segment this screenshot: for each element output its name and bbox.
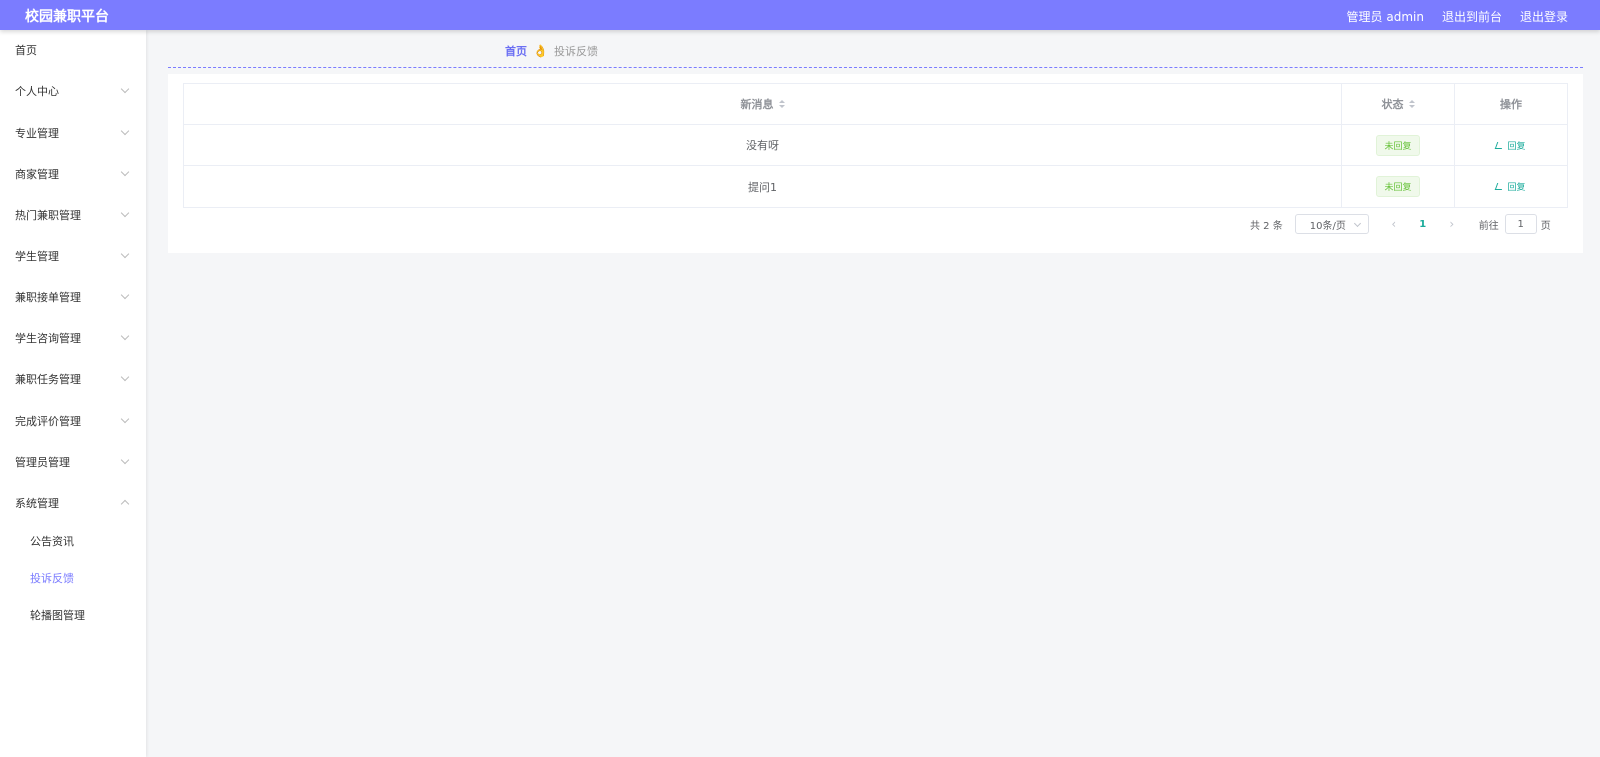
status-cell: 未回复 xyxy=(1342,166,1455,207)
column-header-actions: 操作 xyxy=(1455,84,1567,124)
sidebar-item-admins[interactable]: 管理员管理 xyxy=(0,444,146,480)
sidebar-item-students[interactable]: 学生管理 xyxy=(0,238,146,274)
sort-icon[interactable] xyxy=(1408,100,1415,108)
sidebar-item-reviews[interactable]: 完成评价管理 xyxy=(0,403,146,439)
chevron-down-icon xyxy=(120,126,130,136)
column-header-label: 操作 xyxy=(1500,98,1522,111)
feedback-table: 新消息 状态 操作 没有呀 未回复 回复 提问1 未回复 回复 xyxy=(183,83,1568,208)
sidebar-item-hot-jobs[interactable]: 热门兼职管理 xyxy=(0,197,146,233)
goto-label: 前往 xyxy=(1478,220,1499,232)
sidebar-item-label: 专业管理 xyxy=(15,127,59,140)
column-header-status[interactable]: 状态 xyxy=(1342,84,1455,124)
sidebar-item-label: 个人中心 xyxy=(15,85,59,98)
breadcrumb-current: 投诉反馈 xyxy=(553,45,598,58)
sidebar-item-label: 完成评价管理 xyxy=(15,415,81,428)
sidebar-subitem-label: 投诉反馈 xyxy=(30,572,74,585)
column-header-message[interactable]: 新消息 xyxy=(184,84,1342,124)
table-header-row: 新消息 状态 操作 xyxy=(184,84,1567,125)
goto-front-link[interactable]: 退出到前台 xyxy=(1442,8,1502,25)
sidebar-item-label: 学生管理 xyxy=(15,250,59,263)
sidebar-item-label: 系统管理 xyxy=(15,497,59,510)
app-title: 校园兼职平台 xyxy=(25,9,109,25)
sidebar-item-label: 管理员管理 xyxy=(15,456,70,469)
breadcrumb-divider xyxy=(168,67,1583,68)
sidebar: 首页 个人中心 专业管理 商家管理 热门兼职管理 学生管理 兼职接单管理 学生咨… xyxy=(0,30,146,757)
sidebar-item-job-tasks[interactable]: 兼职任务管理 xyxy=(0,361,146,397)
column-header-label: 状态 xyxy=(1381,98,1404,111)
chevron-down-icon xyxy=(120,331,130,341)
chevron-down-icon xyxy=(120,167,130,177)
top-links: 管理员 admin 退出到前台 退出登录 xyxy=(1347,8,1568,25)
sort-icon[interactable] xyxy=(778,100,785,108)
message-cell: 没有呀 xyxy=(184,125,1342,165)
logout-link[interactable]: 退出登录 xyxy=(1520,8,1568,25)
sidebar-item-merchants[interactable]: 商家管理 xyxy=(0,156,146,192)
top-header-bar: 校园兼职平台 管理员 admin 退出到前台 退出登录 xyxy=(0,0,1600,30)
status-badge: 未回复 xyxy=(1376,134,1420,156)
table-row: 提问1 未回复 回复 xyxy=(184,166,1567,207)
chevron-down-icon xyxy=(120,208,130,218)
sidebar-item-label: 兼职接单管理 xyxy=(15,291,81,304)
chevron-down-icon xyxy=(120,455,130,465)
pagination: 共 2 条 10条/页 ‹ 1 › 前往 1 页 xyxy=(1250,214,1551,234)
message-cell: 提问1 xyxy=(184,166,1342,207)
pagination-total: 共 2 条 xyxy=(1250,220,1283,232)
goto-suffix: 页 xyxy=(1540,220,1551,232)
sidebar-item-home[interactable]: 首页 xyxy=(0,32,146,68)
sidebar-subitem-feedback[interactable]: 投诉反馈 xyxy=(0,562,146,594)
sidebar-item-job-orders[interactable]: 兼职接单管理 xyxy=(0,279,146,315)
sidebar-subitem-label: 公告资讯 xyxy=(30,535,74,548)
sidebar-item-label: 首页 xyxy=(15,44,37,57)
prev-page-button[interactable]: ‹ xyxy=(1385,217,1403,231)
reply-label: 回复 xyxy=(1507,183,1526,193)
edit-icon xyxy=(1495,183,1505,190)
sidebar-item-label: 商家管理 xyxy=(15,168,59,181)
sidebar-subitem-announcements[interactable]: 公告资讯 xyxy=(0,525,146,557)
page-number-current[interactable]: 1 xyxy=(1403,219,1443,230)
action-cell: 回复 xyxy=(1455,125,1567,165)
reply-label: 回复 xyxy=(1507,141,1526,152)
sidebar-subitem-carousel[interactable]: 轮播图管理 xyxy=(0,599,146,631)
page-size-value: 10条/页 xyxy=(1309,220,1346,232)
chevron-down-icon xyxy=(1353,219,1361,228)
column-header-label: 新消息 xyxy=(740,98,774,111)
chevron-down-icon xyxy=(120,372,130,382)
action-cell: 回复 xyxy=(1455,166,1567,207)
chevron-down-icon xyxy=(120,249,130,259)
sidebar-item-label: 学生咨询管理 xyxy=(15,332,81,345)
status-badge: 未回复 xyxy=(1376,176,1420,197)
sidebar-item-label: 兼职任务管理 xyxy=(15,373,81,386)
sidebar-item-majors[interactable]: 专业管理 xyxy=(0,115,146,151)
chevron-down-icon xyxy=(120,290,130,300)
reply-button[interactable]: 回复 xyxy=(1495,139,1526,152)
breadcrumb-home[interactable]: 首页 xyxy=(505,43,527,59)
chevron-down-icon xyxy=(120,84,130,94)
sidebar-item-profile[interactable]: 个人中心 xyxy=(0,73,146,109)
main-content-panel: 新消息 状态 操作 没有呀 未回复 回复 提问1 未回复 回复 共 2 条 10… xyxy=(168,74,1583,253)
hand-ok-icon: 👌 xyxy=(533,44,548,58)
sidebar-item-consultations[interactable]: 学生咨询管理 xyxy=(0,320,146,356)
edit-icon xyxy=(1495,141,1505,149)
chevron-down-icon xyxy=(120,414,130,424)
breadcrumb: 首页 👌 投诉反馈 xyxy=(505,43,598,59)
page-size-select[interactable]: 10条/页 xyxy=(1294,214,1369,234)
reply-button[interactable]: 回复 xyxy=(1495,180,1526,193)
table-row: 没有呀 未回复 回复 xyxy=(184,125,1567,166)
admin-label: 管理员 admin xyxy=(1346,10,1424,24)
sidebar-item-system[interactable]: 系统管理 xyxy=(0,485,146,521)
next-page-button[interactable]: › xyxy=(1443,217,1461,231)
goto-page-input[interactable]: 1 xyxy=(1504,214,1537,234)
status-cell: 未回复 xyxy=(1342,125,1455,165)
sidebar-subitem-label: 轮播图管理 xyxy=(30,609,85,622)
sidebar-item-label: 热门兼职管理 xyxy=(15,209,81,222)
chevron-up-icon xyxy=(120,499,130,509)
